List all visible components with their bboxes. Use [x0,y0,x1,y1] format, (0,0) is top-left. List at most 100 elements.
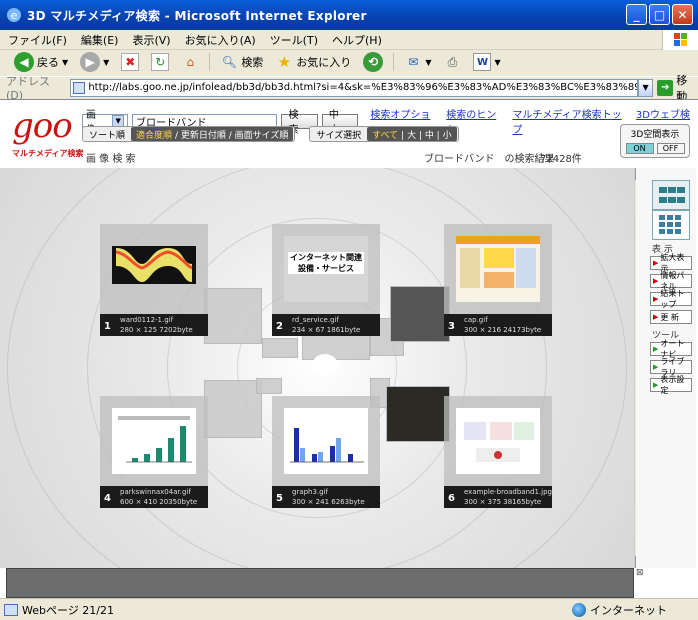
menu-view[interactable]: 表示(V) [132,32,170,48]
address-input[interactable]: http://labs.goo.ne.jp/infolead/bb3d/bb3d… [70,78,638,97]
home-icon: ⌂ [186,55,195,69]
size-filter-control: サイズ選択 すべて | 大 | 中 | 小 [309,126,459,142]
size-all[interactable]: すべて [372,128,398,141]
ie-icon: e [7,8,21,22]
menu-file[interactable]: ファイル(F) [8,32,67,48]
result-number: 3 [448,321,455,332]
result-number: 5 [276,493,283,504]
size-label: サイズ選択 [316,130,362,141]
search-button[interactable]: 🔍︎ 検索 [216,51,267,73]
goo-logo[interactable]: goo [12,106,73,146]
sort-order-control: ソート順 適合度順 / 更新日付順 / 画面サイズ順 [82,126,296,142]
title-bar: e 3D マルチメディア検索 - Microsoft Internet Expl… [0,0,698,30]
status-bar: Webページ 21/21 インターネット [0,598,698,620]
background-thumbnail[interactable] [256,378,282,394]
zoom-view-button[interactable]: ▶ 拡大表示 [650,253,692,273]
toolbar-separator [393,53,395,71]
result-thumbnail [112,408,196,474]
page-content: goo マルチメディア検索 画 像 ▼ ブロードバンド 検 索 中 止 検索オプ… [0,99,698,598]
chevron-down-icon: ▼ [103,57,110,67]
chevron-down-icon: ▼ [494,57,501,67]
display-settings-button[interactable]: ▶ 表示設定 [650,375,692,395]
globe-icon [572,602,586,617]
favorites-button[interactable]: ★ お気に入り [271,51,355,73]
result-tile[interactable]: example-broadband1.jpg 300 × 375 38165byt… [444,396,552,508]
menu-favorites[interactable]: お気に入り(A) [185,32,256,48]
result-caption: rd_service.gif 234 × 67 1861byte [272,314,380,336]
result-info: 600 × 410 20350byte [120,498,198,506]
background-thumbnail[interactable] [204,380,262,438]
print-button[interactable]: ⎙ [439,51,465,73]
toolbar-separator [209,53,211,71]
3d-off-button[interactable]: OFF [656,143,685,154]
result-info: 300 × 375 38165byte [464,498,542,506]
result-thumbnail [112,246,196,284]
sort-other-options[interactable]: / 更新日付順 / 画面サイズ順 [175,128,288,141]
address-dropdown-button[interactable]: ▼ [637,78,654,97]
thumbnail-text-line2: 設備・サービス [298,264,354,273]
layout-grid-icon[interactable] [652,210,690,240]
mail-button[interactable]: ✉ ▼ [400,51,435,73]
sort-relevance[interactable]: 適合度順 [136,128,172,141]
minimize-button[interactable]: _ [626,4,647,25]
forward-arrow-icon: ▶ [80,52,101,72]
stop-button[interactable]: ✖ [117,51,143,73]
stop-icon: ✖ [121,53,140,71]
history-button[interactable]: ⟲ [359,51,387,73]
info-panel-button[interactable]: ▶ 情報パネル [650,271,692,291]
result-tile[interactable]: parkswinnax04ar.gif 600 × 410 20350byte 4 [100,396,208,508]
back-button[interactable]: ◀ 戻る ▼ [10,51,72,73]
favorites-label: お気に入り [296,56,352,69]
result-tile[interactable]: graph3.gif 300 × 241 6263byte 5 [272,396,380,508]
auto-navi-button[interactable]: ▶ オートナビ [650,339,692,359]
chevron-down-icon: ▼ [425,57,432,67]
word-icon: W [473,53,492,71]
status-text: Webページ 21/21 [22,603,114,617]
result-tile[interactable]: インターネット関連 設備・サービス rd_service.gif 234 × 67… [272,224,380,336]
menu-tools[interactable]: ツール(T) [270,32,318,48]
result-thumbnail [284,408,368,474]
menu-edit[interactable]: 編集(E) [81,32,119,48]
refresh-icon: ↻ [151,53,170,71]
result-thumbnail [456,408,540,474]
background-thumbnail[interactable] [204,288,262,344]
background-thumbnail[interactable] [390,286,450,342]
link-multimedia-top[interactable]: マルチメディア検索トップ [512,106,628,136]
3d-results-stage[interactable]: ward0112-1.gif 280 × 125 7202byte 1 インターネ… [0,168,634,568]
3d-view-title: 3D空間表示 [630,130,680,140]
result-filename: rd_service.gif [292,316,339,324]
result-number: 2 [276,321,283,332]
info-panel [6,568,634,598]
result-number: 4 [104,493,111,504]
search-label: 検索 [241,56,264,69]
maximize-button[interactable]: □ [649,4,670,25]
3d-on-button[interactable]: ON [625,143,654,154]
close-button[interactable]: ✕ [672,4,693,25]
background-thumbnail[interactable] [262,338,298,358]
refresh-results-button[interactable]: ▶ 更 新 [650,310,692,324]
printer-icon: ⎙ [447,54,458,69]
size-other-options[interactable]: | 大 | 中 | 小 [401,128,451,141]
menu-help[interactable]: ヘルプ(H) [332,32,382,48]
close-panel-icon[interactable]: ⊠ [636,568,644,578]
result-caption: graph3.gif 300 × 241 6263byte [272,486,380,508]
refresh-button[interactable]: ↻ [147,51,173,73]
back-label: 戻る [37,56,59,69]
display-settings-label: 表示設定 [660,375,685,395]
results-top-button[interactable]: ▶ 結果トップ [650,289,692,309]
forward-button[interactable]: ▶ ▼ [76,51,113,73]
home-button[interactable]: ⌂ [177,51,203,73]
result-thumbnail: インターネット関連 設備・サービス [284,236,368,302]
layout-3d-icon[interactable] [652,180,690,210]
result-tile[interactable]: ward0112-1.gif 280 × 125 7202byte 1 [100,224,208,336]
library-button[interactable]: ▶ ライブラリ [650,357,692,377]
zone-label: インターネット [590,603,667,617]
result-tile[interactable]: cap.gif 300 × 216 24173byte 3 [444,224,552,336]
result-caption: ward0112-1.gif 280 × 125 7202byte [100,314,208,336]
star-icon: ★ [277,53,292,71]
result-count: 72428件 [540,154,582,165]
background-thumbnail[interactable] [386,386,450,442]
security-zone: インターネット [572,602,667,618]
word-button[interactable]: W ▼ [469,51,504,73]
result-filename: cap.gif [464,316,488,324]
